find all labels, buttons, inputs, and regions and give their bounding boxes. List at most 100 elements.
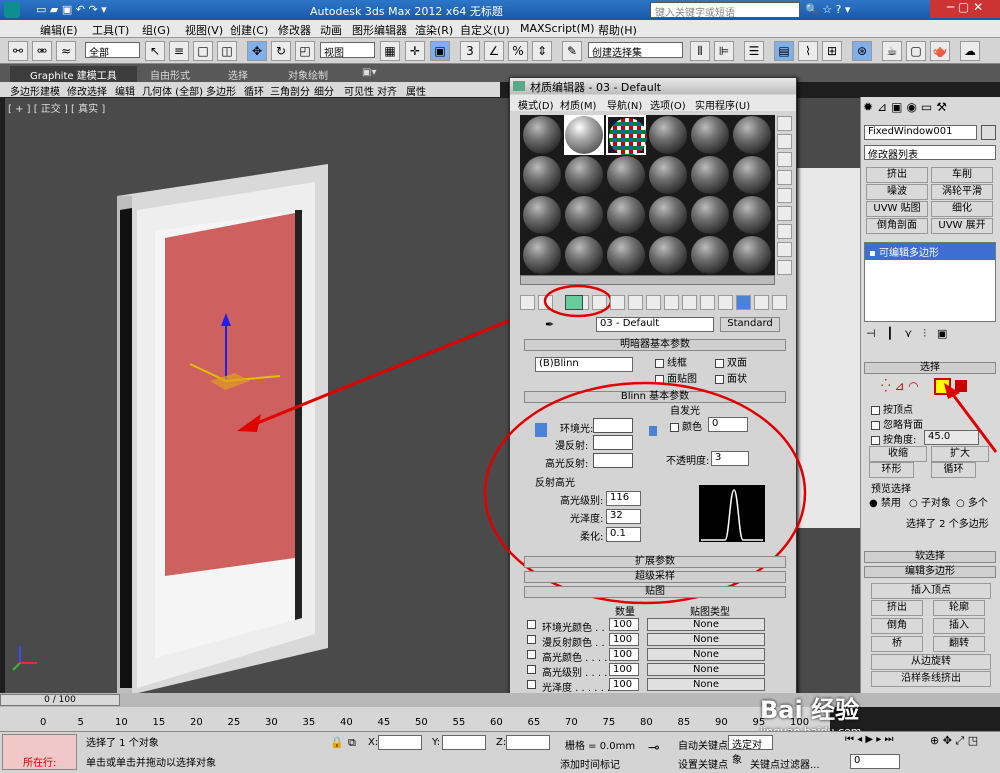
map-amount[interactable]: 100 [609, 678, 639, 691]
material-name-field[interactable]: 03 - Default [596, 317, 714, 332]
z-field[interactable] [506, 735, 550, 750]
slot-tool-icon[interactable] [777, 206, 792, 221]
named-selection-dropdown[interactable]: 创建选择集 [588, 42, 683, 59]
door-panel[interactable] [165, 213, 295, 576]
sample-slot[interactable] [732, 195, 772, 235]
map-button[interactable]: None [647, 618, 765, 631]
align-icon[interactable]: ⊫ [714, 41, 734, 61]
stack-tools[interactable]: ⊣┃⋎⫶▣ [866, 327, 958, 341]
mated-menu-2[interactable]: 导航(N) [607, 97, 642, 112]
sample-slot[interactable] [690, 235, 730, 275]
keyboard-shortcut-icon[interactable]: ▣ [430, 41, 450, 61]
unlink-icon[interactable]: ⚮ [32, 41, 52, 61]
map-button[interactable]: None [647, 633, 765, 646]
material-tool-icon[interactable] [718, 295, 733, 310]
window-crossing-icon[interactable]: ◫ [217, 41, 237, 61]
maxscript-listener[interactable]: 所在行: [2, 734, 77, 770]
loop-button[interactable]: 循环 [931, 462, 976, 478]
material-editor-window[interactable]: 材质编辑器 - 03 - Default 模式(D) 材质(M) 导航(N) 选项(O… [483, 77, 807, 702]
map-row[interactable]: 光泽度 . . . . . . 100 None [527, 678, 787, 694]
sample-slot[interactable] [564, 115, 604, 155]
insert-vertex-button[interactable]: 插入顶点 [871, 583, 991, 599]
modifier-button[interactable]: 噪波 [866, 184, 928, 200]
sample-slot[interactable] [564, 155, 604, 195]
maps-rollout[interactable]: 贴图 [524, 586, 786, 598]
map-amount[interactable]: 100 [609, 618, 639, 631]
material-tool-icon[interactable] [520, 295, 535, 310]
material-tool-icon[interactable] [646, 295, 661, 310]
viewport-nav-icons[interactable]: ⊕ ✥ ⤢ ◳ [930, 734, 978, 748]
sample-slot[interactable] [606, 155, 646, 195]
selection-filter-dropdown[interactable]: 全部 [85, 42, 140, 59]
app-logo-icon[interactable] [4, 2, 20, 18]
menu-11[interactable]: 帮助(H) [598, 22, 637, 38]
material-type-button[interactable]: Standard [720, 317, 780, 332]
link-icon[interactable]: ⚯ [8, 41, 28, 61]
auto-key-button[interactable]: 自动关键点 [678, 737, 728, 752]
move-icon[interactable]: ✥ [247, 41, 267, 61]
modifier-button[interactable]: 细化 [931, 201, 993, 217]
rect-selection-icon[interactable]: □ [193, 41, 213, 61]
slot-tool-icon[interactable] [777, 188, 792, 203]
supersampling-rollout[interactable]: 超级采样 [524, 571, 786, 583]
modifier-button[interactable]: 车削 [931, 167, 993, 183]
scale-icon[interactable]: ◰ [295, 41, 315, 61]
search-input[interactable]: 键入关键字或短语 [650, 2, 800, 19]
material-tool-icon[interactable] [772, 295, 787, 310]
sample-slot[interactable] [648, 235, 688, 275]
menu-8[interactable]: 渲染(R) [415, 22, 453, 38]
map-row[interactable]: 高光颜色 . . . . 100 None [527, 648, 787, 664]
edit-named-sel-icon[interactable]: ✎ [562, 41, 582, 61]
map-button[interactable]: None [647, 663, 765, 676]
playback-controls[interactable]: ⏮ ◂ ▶ ▸ ⏭ [845, 734, 893, 745]
menu-10[interactable]: MAXScript(M) [520, 22, 595, 35]
mated-menu-1[interactable]: 材质(M) [560, 97, 596, 112]
menu-5[interactable]: 修改器 [278, 22, 311, 38]
menu-3[interactable]: 视图(V) [185, 22, 223, 38]
snap-3-icon[interactable]: 3 [460, 41, 480, 61]
modifier-button[interactable]: UVW 展开 [931, 218, 993, 234]
viewport-label[interactable]: [ + ] [ 正交 ] [ 真实 ] [8, 100, 105, 115]
menu-1[interactable]: 工具(T) [92, 22, 129, 38]
slot-tool-icon[interactable] [777, 224, 792, 239]
map-row[interactable]: 高光级别 . . . . 100 None [527, 663, 787, 679]
sample-slot[interactable] [690, 195, 730, 235]
twosided-option[interactable]: 双面 [715, 354, 747, 369]
map-button[interactable]: None [647, 678, 765, 691]
layer-icon[interactable]: ☰ [744, 41, 764, 61]
modifier-stack[interactable]: ▪ 可编辑多边形 [864, 242, 996, 322]
time-slider-thumb[interactable]: 0 / 100 [0, 694, 120, 706]
select-by-name-icon[interactable]: ≡ [169, 41, 189, 61]
pivot-icon[interactable]: ▦ [380, 41, 400, 61]
soft-selection-rollout[interactable]: 软选择 [864, 551, 996, 563]
sample-slot[interactable] [522, 155, 562, 195]
map-enable-checkbox[interactable] [527, 635, 536, 644]
y-field[interactable] [442, 735, 486, 750]
map-enable-checkbox[interactable] [527, 650, 536, 659]
poly-button[interactable]: 翻转 [933, 636, 985, 652]
material-editor-title[interactable]: 材质编辑器 - 03 - Default [510, 78, 796, 94]
sample-slot[interactable] [522, 235, 562, 275]
poly-button[interactable]: 插入 [933, 618, 985, 634]
map-enable-checkbox[interactable] [527, 665, 536, 674]
edit-polygons-rollout[interactable]: 编辑多边形 [864, 566, 996, 578]
sample-slot[interactable] [690, 115, 730, 155]
absolute-mode-icon[interactable]: ⧉ [348, 736, 356, 750]
sample-slot[interactable] [606, 235, 646, 275]
selected-dropdown[interactable]: 选定对象 [728, 735, 773, 766]
rotate-icon[interactable]: ↻ [271, 41, 291, 61]
map-amount[interactable]: 100 [609, 663, 639, 676]
menu-9[interactable]: 自定义(U) [460, 22, 510, 38]
set-key-button[interactable]: 设置关键点 [678, 756, 728, 771]
lock-selection-icon[interactable]: 🔒 [330, 736, 344, 749]
menu-7[interactable]: 图形编辑器 [352, 22, 407, 38]
sample-slot[interactable] [648, 155, 688, 195]
sample-slot[interactable] [648, 195, 688, 235]
material-tool-icon[interactable] [700, 295, 715, 310]
ribbon-options-icon[interactable]: ▣▾ [362, 67, 376, 78]
rendered-frame-icon[interactable]: ▢ [906, 41, 926, 61]
ribbon-subtab-1[interactable]: 修改选择 [67, 83, 107, 98]
ribbon-subtab-7[interactable]: 细分 [314, 83, 334, 98]
bind-spacewarp-icon[interactable]: ≈ [56, 41, 76, 61]
ribbon-tab-graphite[interactable]: Graphite 建模工具 [10, 66, 137, 83]
